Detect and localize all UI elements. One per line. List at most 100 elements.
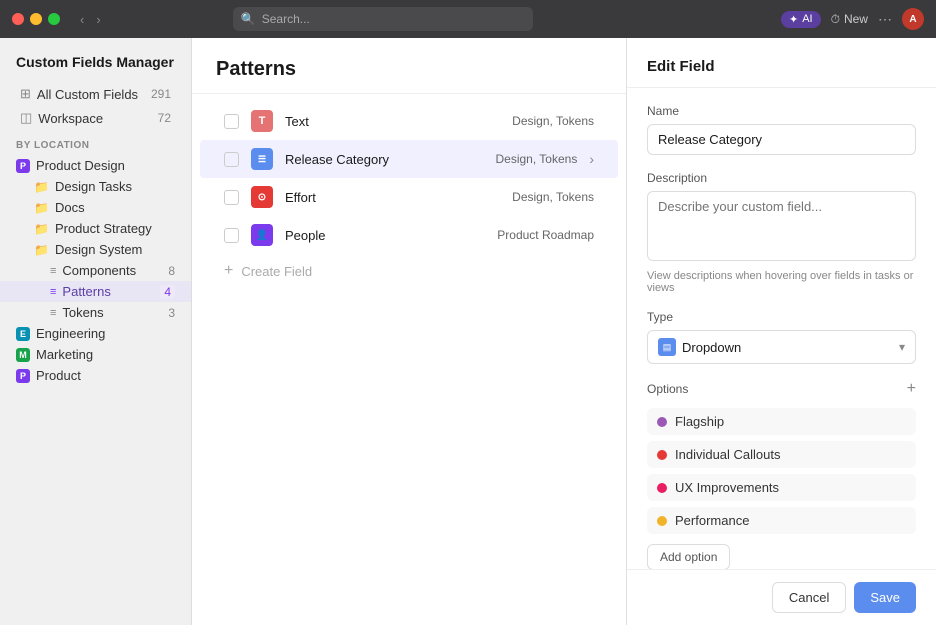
sidebar-item-patterns[interactable]: ≡ Patterns 4: [0, 281, 191, 302]
flagship-label: Flagship: [675, 414, 724, 429]
folder-icon-ds: 📁: [34, 243, 49, 257]
type-select[interactable]: ▤ Dropdown ▾: [647, 330, 916, 364]
forward-button[interactable]: ›: [92, 10, 104, 29]
titlebar-right: ✦ AI ⏱ New ⋯ A: [781, 8, 924, 30]
option-ux-improvements[interactable]: UX Improvements: [647, 474, 916, 501]
field-row-effort[interactable]: ⊙ Effort Design, Tokens: [200, 178, 618, 216]
app-body: Custom Fields Manager ⊞ All Custom Field…: [0, 38, 936, 625]
minimize-button[interactable]: [30, 13, 42, 25]
sidebar-item-components[interactable]: ≡ Components 8: [0, 260, 191, 281]
add-option-button[interactable]: Add option: [647, 544, 730, 569]
search-placeholder: Search...: [262, 12, 310, 26]
save-button[interactable]: Save: [854, 582, 916, 613]
edit-panel: Edit Field Name Description View descrip…: [626, 38, 936, 625]
field-checkbox-effort[interactable]: [224, 190, 239, 205]
edit-panel-title: Edit Field: [647, 58, 916, 75]
list-icon-patterns: ≡: [50, 286, 56, 298]
option-individual-callouts[interactable]: Individual Callouts: [647, 441, 916, 468]
grid-icon[interactable]: ⋯: [878, 11, 892, 28]
sidebar-item-workspace[interactable]: ◫ Workspace 72: [4, 106, 187, 130]
back-button[interactable]: ‹: [76, 10, 88, 29]
traffic-lights: [12, 13, 60, 25]
page-title: Patterns: [216, 58, 602, 81]
field-tags-effort: Design, Tokens: [512, 190, 594, 204]
engineering-dot: E: [16, 327, 30, 341]
close-button[interactable]: [12, 13, 24, 25]
options-header: Options +: [647, 380, 916, 398]
design-system-label: Design System: [55, 242, 175, 257]
folder-icon: 📁: [34, 180, 49, 194]
maximize-button[interactable]: [48, 13, 60, 25]
product-design-label: Product Design: [36, 158, 125, 173]
field-tags-release: Design, Tokens: [496, 152, 578, 166]
name-label: Name: [647, 104, 916, 118]
sidebar-item-tokens[interactable]: ≡ Tokens 3: [0, 302, 191, 323]
main-content: Patterns T Text Design, Tokens ☰ Release…: [192, 38, 626, 625]
workspace-count: 72: [158, 111, 171, 125]
sidebar-item-marketing[interactable]: M Marketing: [0, 344, 191, 365]
name-group: Name: [647, 104, 916, 155]
performance-label: Performance: [675, 513, 749, 528]
product-strategy-label: Product Strategy: [55, 221, 175, 236]
field-checkbox-text[interactable]: [224, 114, 239, 129]
sidebar-item-all-custom-fields[interactable]: ⊞ All Custom Fields 291: [4, 82, 187, 106]
tokens-label: Tokens: [62, 305, 162, 320]
sidebar-item-product[interactable]: P Product: [0, 365, 191, 386]
field-name-release: Release Category: [285, 152, 484, 167]
new-button[interactable]: ⏱ New: [831, 12, 868, 27]
fields-table: T Text Design, Tokens ☰ Release Category…: [192, 94, 626, 625]
option-performance[interactable]: Performance: [647, 507, 916, 534]
avatar[interactable]: A: [902, 8, 924, 30]
individual-callouts-label: Individual Callouts: [675, 447, 781, 462]
folder-icon-docs: 📁: [34, 201, 49, 215]
description-textarea[interactable]: [647, 191, 916, 261]
field-row-text[interactable]: T Text Design, Tokens: [200, 102, 618, 140]
options-group: Options + Flagship Individual Callouts U…: [647, 380, 916, 569]
flagship-dot: [657, 417, 667, 427]
performance-dot: [657, 516, 667, 526]
field-row-release-category[interactable]: ☰ Release Category Design, Tokens ›: [200, 140, 618, 178]
ai-icon: ✦: [789, 13, 798, 26]
workspace-label: Workspace: [38, 111, 103, 126]
description-label: Description: [647, 171, 916, 185]
option-flagship[interactable]: Flagship: [647, 408, 916, 435]
sidebar-item-engineering[interactable]: E Engineering: [0, 323, 191, 344]
patterns-count: 4: [160, 285, 175, 299]
edit-panel-header: Edit Field: [627, 38, 936, 88]
sidebar: Custom Fields Manager ⊞ All Custom Field…: [0, 38, 192, 625]
effort-type-icon: ⊙: [251, 186, 273, 208]
sidebar-item-product-design[interactable]: P Product Design: [0, 155, 191, 176]
options-label: Options: [647, 382, 688, 396]
add-option-plus-icon[interactable]: +: [907, 380, 916, 398]
product-dot: P: [16, 369, 30, 383]
field-checkbox-release[interactable]: [224, 152, 239, 167]
clock-icon: ⏱: [831, 12, 840, 27]
chevron-down-icon: ▾: [899, 340, 905, 354]
product-design-dot: P: [16, 159, 30, 173]
tokens-count: 3: [168, 306, 175, 320]
search-bar[interactable]: 🔍 Search...: [233, 7, 533, 31]
field-checkbox-people[interactable]: [224, 228, 239, 243]
create-field-button[interactable]: + Create Field: [200, 254, 618, 288]
name-input[interactable]: [647, 124, 916, 155]
create-field-label: Create Field: [241, 264, 312, 279]
ux-improvements-dot: [657, 483, 667, 493]
description-hint: View descriptions when hovering over fie…: [647, 270, 916, 294]
field-name-text: Text: [285, 114, 500, 129]
sidebar-item-product-strategy[interactable]: 📁 Product Strategy: [0, 218, 191, 239]
sidebar-item-design-system[interactable]: 📁 Design System: [0, 239, 191, 260]
cancel-button[interactable]: Cancel: [772, 582, 846, 613]
sidebar-item-docs[interactable]: 📁 Docs: [0, 197, 191, 218]
folder-icon-ps: 📁: [34, 222, 49, 236]
marketing-label: Marketing: [36, 347, 93, 362]
release-type-icon: ☰: [251, 148, 273, 170]
titlebar: ‹ › 🔍 Search... ✦ AI ⏱ New ⋯ A: [0, 0, 936, 38]
field-name-effort: Effort: [285, 190, 500, 205]
type-label: Type: [647, 310, 916, 324]
by-location-label: BY LOCATION: [0, 130, 191, 155]
new-label: New: [844, 12, 868, 26]
field-row-people[interactable]: 👤 People Product Roadmap: [200, 216, 618, 254]
engineering-label: Engineering: [36, 326, 105, 341]
sidebar-item-design-tasks[interactable]: 📁 Design Tasks: [0, 176, 191, 197]
ai-badge[interactable]: ✦ AI: [781, 11, 821, 28]
